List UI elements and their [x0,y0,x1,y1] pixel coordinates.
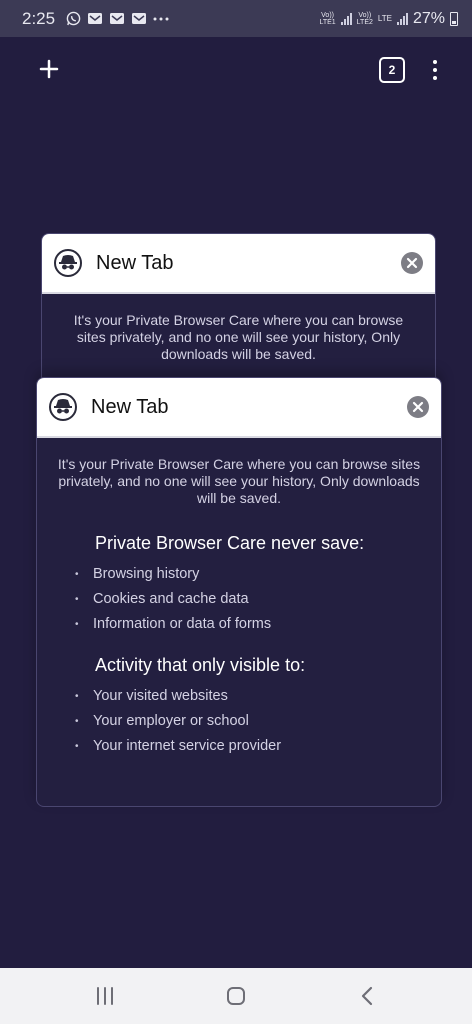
tab-title: New Tab [91,395,169,418]
sim1-lte-label: LTE1 [319,18,336,26]
list-item: Browsing history [75,562,401,587]
whatsapp-icon [65,11,81,26]
back-button[interactable] [342,976,392,1016]
recent-apps-button[interactable] [80,976,130,1016]
home-icon [226,987,245,1005]
back-icon [361,986,372,1006]
list-item: Cookies and cache data [75,587,401,612]
signal-icon [396,12,408,25]
sim2-network: LTE [377,14,392,23]
tab-card-header[interactable]: New Tab [37,378,441,438]
signal-icon [340,12,352,25]
tab-card[interactable]: New Tab It's your Private Browser Care w… [36,377,442,807]
new-tab-button[interactable] [36,56,62,82]
private-intro-text: It's your Private Browser Care where you… [57,456,421,506]
close-tab-button[interactable] [401,252,423,274]
system-nav-bar [0,968,472,1024]
sim2-lte-label: LTE2 [356,18,373,26]
tab-card[interactable]: New Tab It's your Private Browser Care w… [41,233,436,393]
mail-icon [131,12,147,26]
sim1-label: Vo)) LTE1 [319,12,335,26]
ellipsis-icon [153,12,169,26]
more-vertical-icon [433,60,437,64]
sim2-voice-label: Vo)) [358,11,372,19]
sim2-label: Vo)) LTE2 [357,12,373,26]
list-item: Information or data of forms [75,612,401,637]
tab-title: New Tab [96,251,174,274]
private-intro-text: It's your Private Browser Care where you… [73,312,404,362]
incognito-icon [54,249,82,277]
close-icon [407,396,429,418]
battery-icon [450,11,458,26]
home-button[interactable] [211,976,261,1016]
mail-icon [87,12,103,26]
recent-apps-icon [97,987,114,1005]
battery-percent: 27% [412,9,445,27]
close-tab-button[interactable] [407,396,429,418]
incognito-icon [49,393,77,421]
list-item: Your visited websites [75,684,401,709]
plus-icon [39,59,59,79]
sim1-voice-label: Vo)) [321,11,334,19]
more-options-button[interactable] [425,56,445,84]
tab-count-button[interactable]: 2 [379,57,405,83]
status-time: 2:25 [22,8,56,28]
status-left: 2:25 [22,9,169,29]
close-icon [401,252,423,274]
visible-to-list: Your visited websites Your employer or s… [75,684,421,759]
mail-icon [109,12,125,26]
section-title: Activity that only visible to: [95,655,306,675]
status-bar: 2:25 Vo)) LTE1 Vo)) LTE2 LTE 27% [0,0,472,37]
never-save-list: Browsing history Cookies and cache data … [75,562,421,637]
list-item: Your internet service provider [75,734,401,759]
list-item: Your employer or school [75,709,401,734]
tab-card-body: It's your Private Browser Care where you… [37,438,441,759]
never-save-section: Private Browser Care never save: Browsin… [75,533,421,759]
status-right: Vo)) LTE1 Vo)) LTE2 LTE 27% [319,10,458,28]
more-vertical-icon-dot [433,68,437,72]
tab-count: 2 [388,63,396,77]
tab-card-body: It's your Private Browser Care where you… [42,294,435,363]
tab-card-header[interactable]: New Tab [42,234,435,294]
section-title: Private Browser Care never save: [95,533,365,553]
more-vertical-icon-dot [433,76,437,80]
